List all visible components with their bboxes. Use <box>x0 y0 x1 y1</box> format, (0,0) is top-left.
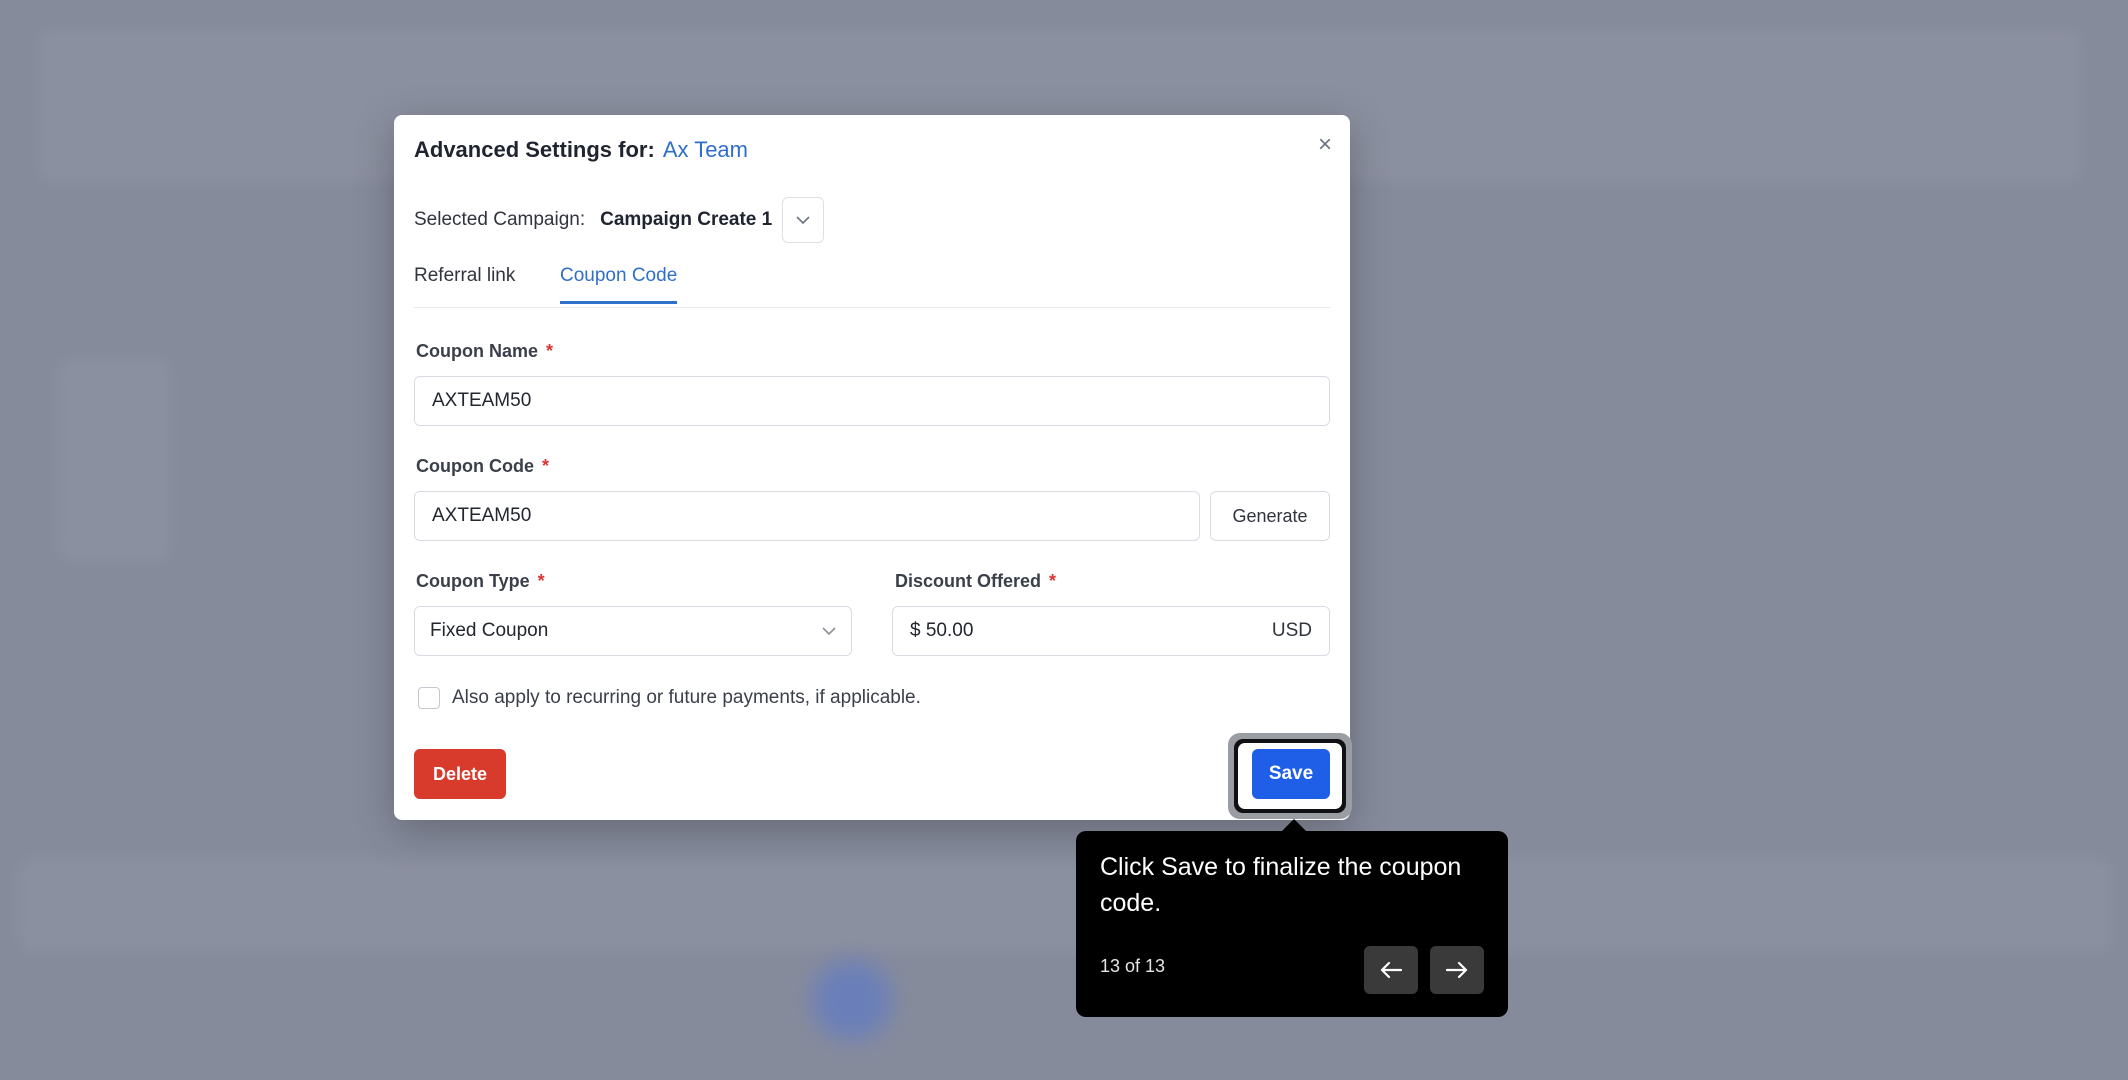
coupon-code-label: Coupon Code * <box>416 456 549 477</box>
arrow-left-icon <box>1380 961 1402 979</box>
discount-value: $ 50.00 <box>910 620 974 641</box>
tooltip-prev-button[interactable] <box>1364 946 1418 994</box>
tour-tooltip: Click Save to finalize the coupon code. … <box>1076 831 1508 1017</box>
coupon-type-label-text: Coupon Type <box>416 571 530 591</box>
coupon-code-value: AXTEAM50 <box>432 505 532 526</box>
coupon-name-label-text: Coupon Name <box>416 341 539 361</box>
discount-label-text: Discount Offered <box>895 571 1042 591</box>
coupon-name-label: Coupon Name * <box>416 341 553 362</box>
tab-referral-link[interactable]: Referral link <box>414 265 515 301</box>
recurring-label: Also apply to recurring or future paymen… <box>452 687 921 708</box>
discount-input[interactable]: $ 50.00 USD <box>892 606 1330 656</box>
coupon-type-label: Coupon Type * <box>416 571 545 592</box>
modal-title: Advanced Settings for: Ax Team <box>414 137 748 163</box>
tooltip-text: Click Save to finalize the coupon code. <box>1100 853 1462 917</box>
tooltip-step-counter: 13 of 13 <box>1100 956 1166 976</box>
campaign-dropdown-button[interactable] <box>782 197 825 243</box>
delete-button[interactable]: Delete <box>414 749 506 799</box>
chevron-down-icon <box>796 215 810 224</box>
coupon-type-value: Fixed Coupon <box>430 620 549 641</box>
arrow-right-icon <box>1446 961 1468 979</box>
coupon-name-input[interactable]: AXTEAM50 <box>414 376 1330 426</box>
required-marker: * <box>1049 571 1057 591</box>
coupon-code-label-text: Coupon Code <box>416 456 534 476</box>
coupon-code-input[interactable]: AXTEAM50 <box>414 491 1200 541</box>
tooltip-arrow <box>1282 819 1306 831</box>
settings-tabs: Referral link Coupon Code <box>414 265 1330 308</box>
recurring-checkbox[interactable] <box>418 687 440 709</box>
discount-label: Discount Offered * <box>895 571 1056 592</box>
chevron-down-icon <box>822 623 836 639</box>
tooltip-next-button[interactable] <box>1430 946 1484 994</box>
required-marker: * <box>537 571 545 591</box>
recurring-option: Also apply to recurring or future paymen… <box>418 687 921 709</box>
team-name: Ax Team <box>662 137 748 162</box>
coupon-name-value: AXTEAM50 <box>432 390 532 411</box>
save-button[interactable]: Save <box>1252 749 1330 799</box>
campaign-label: Selected Campaign: <box>414 209 586 230</box>
modal-title-prefix: Advanced Settings for: <box>414 137 655 162</box>
required-marker: * <box>546 341 554 361</box>
currency-suffix: USD <box>1271 620 1312 641</box>
generate-button[interactable]: Generate <box>1210 491 1330 541</box>
close-icon[interactable]: × <box>1318 133 1332 157</box>
required-marker: * <box>541 456 549 476</box>
advanced-settings-modal: Advanced Settings for: Ax Team × Selected… <box>394 115 1350 820</box>
coupon-type-select[interactable]: Fixed Coupon <box>414 606 852 656</box>
campaign-value: Campaign Create 1 <box>600 209 773 230</box>
tab-coupon-code[interactable]: Coupon Code <box>560 265 678 304</box>
campaign-selector: Selected Campaign: Campaign Create 1 <box>414 197 825 243</box>
